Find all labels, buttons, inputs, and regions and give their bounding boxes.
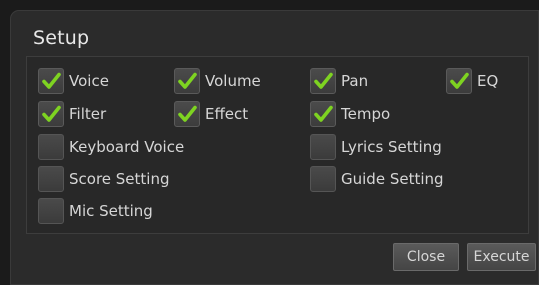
dialog-title: Setup	[33, 27, 90, 49]
checkmark-icon	[42, 105, 61, 122]
option-guide-setting[interactable]: Guide Setting	[310, 166, 444, 192]
option-effect[interactable]: Effect	[174, 101, 248, 127]
option-voice[interactable]: Voice	[38, 68, 109, 94]
score-setting-checkbox[interactable]	[38, 166, 64, 192]
pan-checkbox[interactable]	[310, 68, 336, 94]
checkmark-icon	[450, 72, 469, 89]
option-label-guide-setting: Guide Setting	[341, 170, 444, 188]
checkmark-icon	[314, 105, 333, 122]
option-pan[interactable]: Pan	[310, 68, 368, 94]
option-eq[interactable]: EQ	[446, 68, 498, 94]
guide-setting-checkbox[interactable]	[310, 166, 336, 192]
keyboard-voice-checkbox[interactable]	[38, 134, 64, 160]
option-label-tempo: Tempo	[341, 105, 391, 123]
option-score-setting[interactable]: Score Setting	[38, 166, 170, 192]
option-lyrics-setting[interactable]: Lyrics Setting	[310, 134, 442, 160]
checkmark-icon	[314, 72, 333, 89]
mic-setting-checkbox[interactable]	[38, 198, 64, 224]
option-filter[interactable]: Filter	[38, 101, 106, 127]
option-label-score-setting: Score Setting	[69, 170, 170, 188]
option-label-effect: Effect	[205, 105, 249, 123]
option-tempo[interactable]: Tempo	[310, 101, 390, 127]
checkmark-icon	[42, 72, 61, 89]
option-label-voice: Voice	[69, 72, 109, 90]
option-label-lyrics-setting: Lyrics Setting	[341, 138, 442, 156]
option-keyboard-voice[interactable]: Keyboard Voice	[38, 134, 184, 160]
option-mic-setting[interactable]: Mic Setting	[38, 198, 153, 224]
checkmark-icon	[178, 72, 197, 89]
setup-dialog: Setup Voice Volume Pan EQ Filter Effect …	[10, 10, 539, 285]
filter-checkbox[interactable]	[38, 101, 64, 127]
option-label-keyboard-voice: Keyboard Voice	[69, 138, 185, 156]
volume-checkbox[interactable]	[174, 68, 200, 94]
execute-button[interactable]: Execute	[467, 243, 536, 271]
tempo-checkbox[interactable]	[310, 101, 336, 127]
option-label-mic-setting: Mic Setting	[69, 202, 153, 220]
option-label-eq: EQ	[477, 72, 499, 90]
effect-checkbox[interactable]	[174, 101, 200, 127]
close-button[interactable]: Close	[393, 243, 459, 271]
option-volume[interactable]: Volume	[174, 68, 261, 94]
checkmark-icon	[178, 105, 197, 122]
eq-checkbox[interactable]	[446, 68, 472, 94]
option-label-volume: Volume	[205, 72, 261, 90]
option-label-pan: Pan	[341, 72, 369, 90]
option-label-filter: Filter	[69, 105, 107, 123]
lyrics-setting-checkbox[interactable]	[310, 134, 336, 160]
voice-checkbox[interactable]	[38, 68, 64, 94]
